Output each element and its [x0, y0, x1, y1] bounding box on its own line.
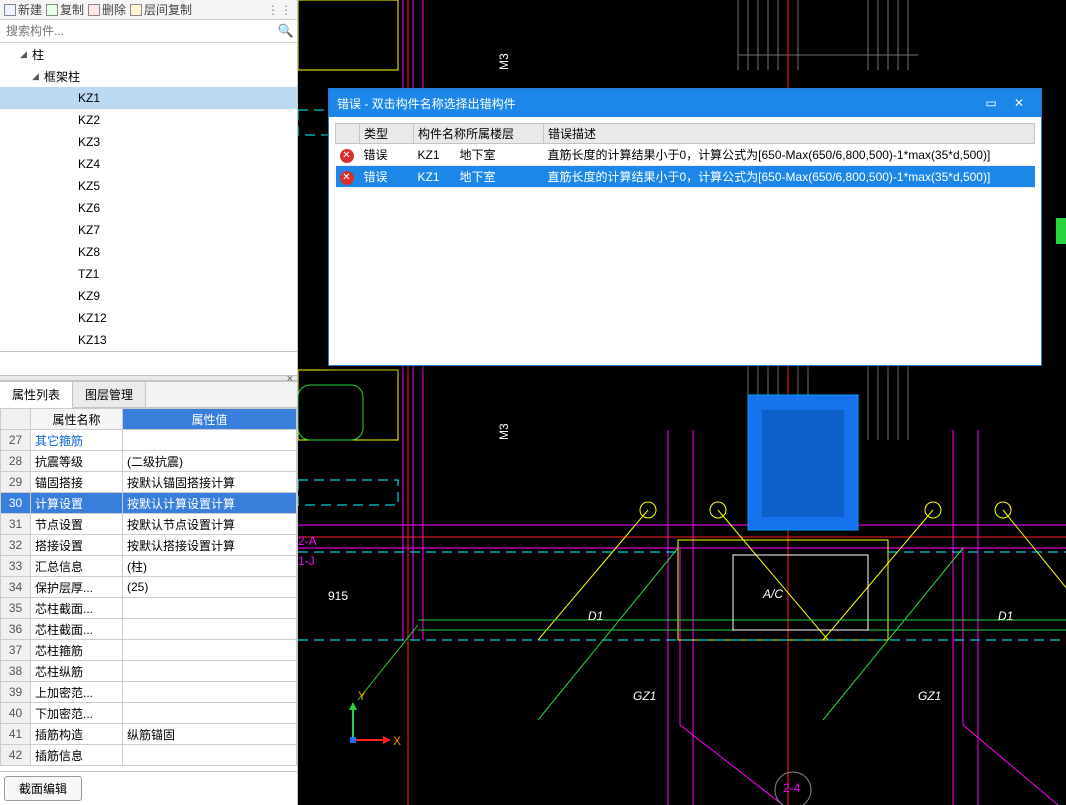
splitter-handle[interactable]: × — [0, 375, 297, 381]
tree-leaf[interactable]: KZ1 — [0, 87, 297, 109]
tree-leaf[interactable]: KZ12 — [0, 307, 297, 329]
layer-copy-icon — [130, 4, 142, 16]
tab-properties[interactable]: 属性列表 — [0, 382, 73, 408]
label-2a: 2-A — [298, 534, 317, 548]
property-row[interactable]: 38芯柱纵筋 — [1, 661, 297, 682]
property-row[interactable]: 42插筋信息 — [1, 745, 297, 766]
label-gz1: GZ1 — [918, 689, 941, 703]
error-row[interactable]: ✕错误KZ1 地下室直筋长度的计算结果小于0，计算公式为[650-Max(650… — [336, 166, 1035, 188]
property-row[interactable]: 28抗震等级(二级抗震) — [1, 451, 297, 472]
property-row[interactable]: 34保护层厚...(25) — [1, 577, 297, 598]
property-row[interactable]: 37芯柱箍筋 — [1, 640, 297, 661]
property-row[interactable]: 36芯柱截面... — [1, 619, 297, 640]
error-dialog: 错误 - 双击构件名称选择出错构件 ▭ ✕ 类型 构件名称所属楼层 错误描述 ✕… — [328, 88, 1042, 366]
axis-x-label: X — [393, 734, 401, 748]
axis-y-label: Y — [358, 689, 366, 703]
col-type: 类型 — [360, 124, 414, 144]
col-desc: 错误描述 — [544, 124, 1035, 144]
property-row[interactable]: 32搭接设置按默认搭接设置计算 — [1, 535, 297, 556]
tree-group[interactable]: ◢框架柱 — [0, 65, 297, 87]
tree-root[interactable]: ◢柱 — [0, 43, 297, 65]
tree-leaf[interactable]: KZ6 — [0, 197, 297, 219]
toolbar-grip-icon[interactable]: ⋮⋮ — [267, 3, 293, 17]
prop-value-header: 属性值 — [123, 409, 297, 430]
copy-icon — [46, 4, 58, 16]
search-input[interactable] — [0, 20, 275, 42]
property-table[interactable]: 属性名称 属性值 27其它箍筋28抗震等级(二级抗震)29锚固搭接按默认锚固搭接… — [0, 408, 297, 766]
component-toolbar: 新建 复制 删除 层间复制 ⋮⋮ — [0, 0, 297, 20]
dialog-titlebar[interactable]: 错误 - 双击构件名称选择出错构件 ▭ ✕ — [329, 89, 1041, 117]
property-row[interactable]: 29锚固搭接按默认锚固搭接计算 — [1, 472, 297, 493]
tree-leaf[interactable]: KZ5 — [0, 175, 297, 197]
label-gz1: GZ1 — [633, 689, 656, 703]
label-d1: D1 — [588, 609, 603, 623]
prop-name-header: 属性名称 — [31, 409, 123, 430]
layer-copy-button[interactable]: 层间复制 — [130, 1, 192, 18]
tree-leaf[interactable]: KZ9 — [0, 285, 297, 307]
property-tabs: 属性列表 图层管理 — [0, 381, 297, 408]
tree-leaf[interactable]: KZ7 — [0, 219, 297, 241]
tree-leaf[interactable]: KZ8 — [0, 241, 297, 263]
label-m3: M3 — [497, 423, 511, 440]
tree-leaf[interactable]: KZ13 — [0, 329, 297, 351]
error-table[interactable]: 类型 构件名称所属楼层 错误描述 ✕错误KZ1 地下室直筋长度的计算结果小于0，… — [335, 123, 1035, 188]
label-915: 915 — [328, 589, 348, 603]
search-icon[interactable]: 🔍 — [275, 23, 297, 39]
error-icon: ✕ — [340, 171, 354, 185]
edit-section-button[interactable]: 截面编辑 — [4, 776, 82, 801]
error-row[interactable]: ✕错误KZ1 地下室直筋长度的计算结果小于0，计算公式为[650-Max(650… — [336, 144, 1035, 166]
dialog-title-text: 错误 - 双击构件名称选择出错构件 — [337, 95, 516, 112]
delete-icon — [88, 4, 100, 16]
tree-leaf[interactable]: KZ2 — [0, 109, 297, 131]
label-1j: 1-J — [298, 554, 315, 568]
label-m3: M3 — [497, 53, 511, 70]
new-icon — [4, 4, 16, 16]
right-edge-handle[interactable] — [1056, 218, 1066, 244]
new-button[interactable]: 新建 — [4, 1, 42, 18]
tree-leaf[interactable]: KZ3 — [0, 131, 297, 153]
property-row[interactable]: 27其它箍筋 — [1, 430, 297, 451]
property-row[interactable]: 41插筋构造纵筋锚固 — [1, 724, 297, 745]
property-row[interactable]: 40下加密范... — [1, 703, 297, 724]
label-24: 2-4 — [783, 781, 801, 795]
tree-leaf[interactable]: KZ4 — [0, 153, 297, 175]
maximize-button[interactable]: ▭ — [977, 93, 1005, 113]
tab-layers[interactable]: 图层管理 — [73, 382, 146, 407]
col-name: 构件名称所属楼层 — [414, 124, 544, 144]
label-d1: D1 — [998, 609, 1013, 623]
property-row[interactable]: 33汇总信息(柱) — [1, 556, 297, 577]
tree-leaf[interactable]: TZ1 — [0, 263, 297, 285]
error-icon: ✕ — [340, 149, 354, 163]
copy-button[interactable]: 复制 — [46, 1, 84, 18]
delete-button[interactable]: 删除 — [88, 1, 126, 18]
label-ac: A/C — [762, 587, 783, 601]
property-row[interactable]: 35芯柱截面... — [1, 598, 297, 619]
close-button[interactable]: ✕ — [1005, 93, 1033, 113]
property-row[interactable]: 30计算设置按默认计算设置计算 — [1, 493, 297, 514]
property-row[interactable]: 39上加密范... — [1, 682, 297, 703]
row-num-header — [1, 409, 31, 430]
component-tree[interactable]: ◢柱◢框架柱KZ1KZ2KZ3KZ4KZ5KZ6KZ7KZ8TZ1KZ9KZ12… — [0, 43, 297, 352]
close-panel-icon[interactable]: × — [287, 373, 293, 385]
property-row[interactable]: 31节点设置按默认节点设置计算 — [1, 514, 297, 535]
